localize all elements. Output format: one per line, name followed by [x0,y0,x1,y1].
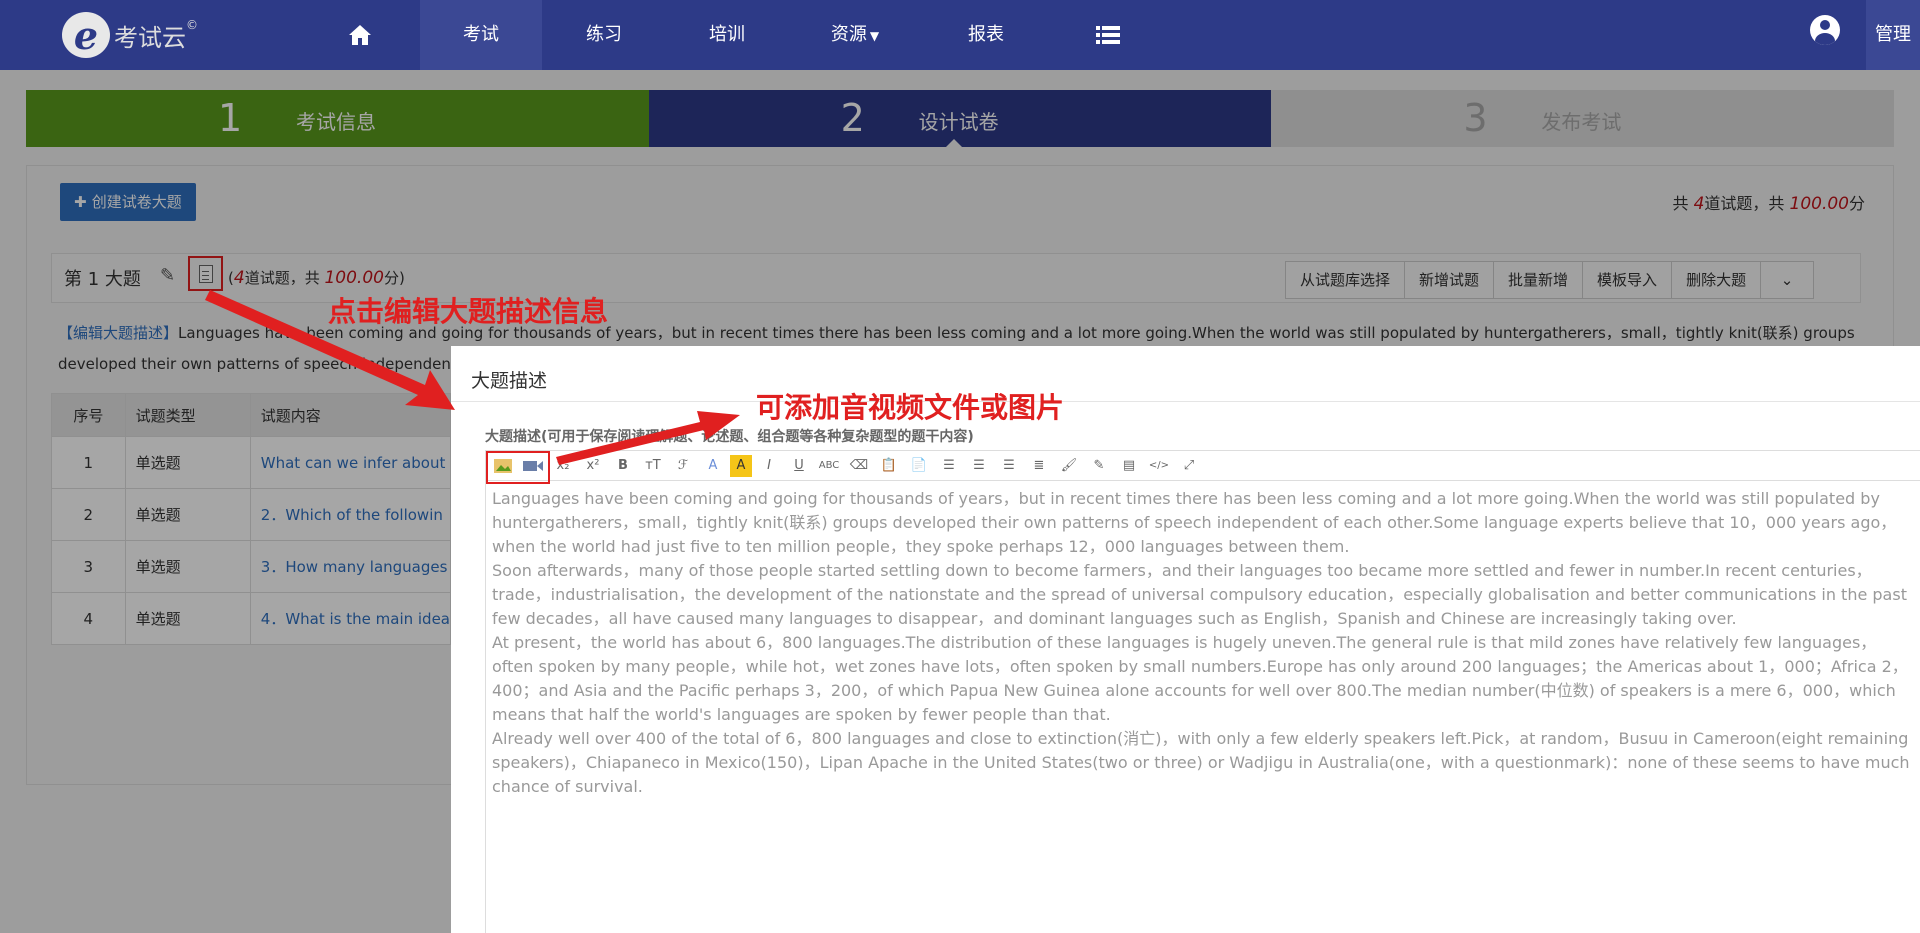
annotation-arrows [205,290,740,465]
arrow-to-toolbar [556,411,740,465]
annotation-edit-description: 点击编辑大题描述信息 [328,295,609,328]
annotation-add-media: 可添加音视频文件或图片 [756,391,1065,424]
